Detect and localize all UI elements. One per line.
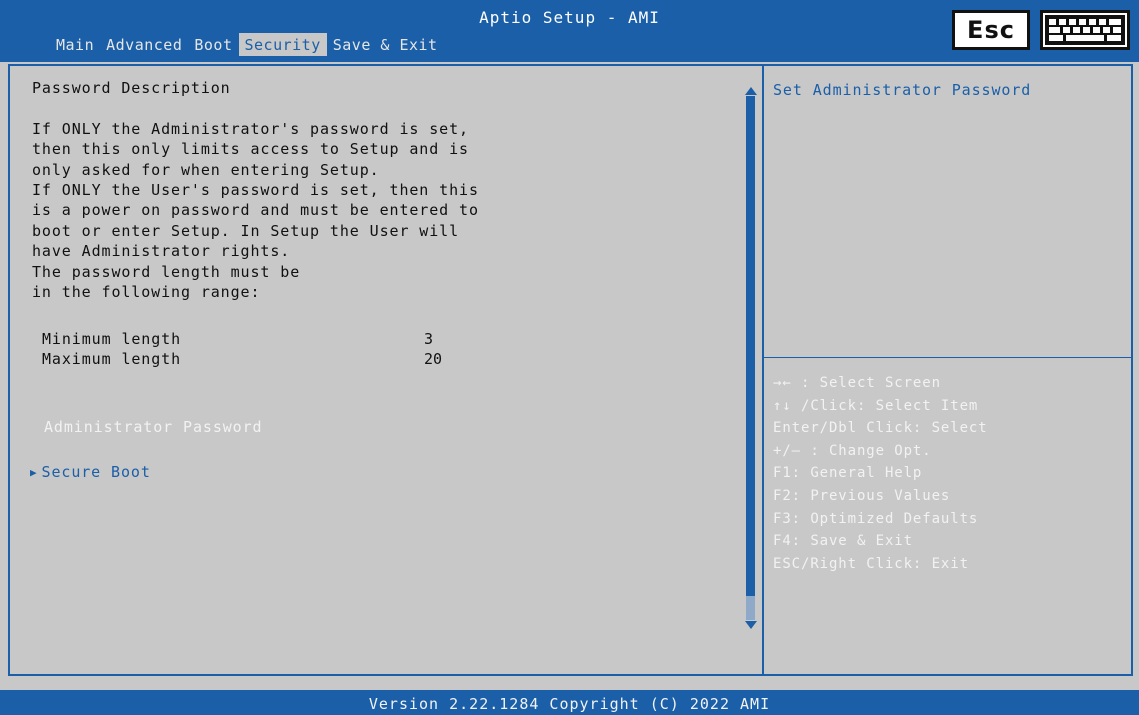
help-key: F4: Save & Exit (773, 533, 913, 550)
help-key: ESC/Right Click: Exit (773, 555, 969, 572)
max-length-value: 20 (424, 350, 443, 368)
description-line: boot or enter Setup. In Setup the User w… (32, 221, 460, 240)
description-line: If ONLY the Administrator's password is … (32, 119, 469, 138)
description-line: then this only limits access to Setup an… (32, 140, 469, 159)
secure-boot-label: Secure Boot (41, 463, 151, 481)
scrollbar-track-end (746, 596, 755, 620)
help-key: →← : Select Screen (773, 375, 941, 391)
keyboard-button[interactable] (1040, 10, 1130, 50)
title-bar: Aptio Setup - AMI Main Advanced Boot Sec… (0, 0, 1139, 62)
scrollbar[interactable] (744, 86, 758, 632)
version-text: Version 2.22.1284 Copyright (C) 2022 AMI (368, 695, 771, 713)
scrollbar-thumb[interactable] (746, 96, 755, 620)
description-line: in the following range: (32, 283, 261, 302)
keyboard-icon (1045, 15, 1125, 45)
scroll-up-icon[interactable] (744, 86, 758, 96)
description-line: The password length must be (32, 262, 301, 281)
tab-bar: Main Advanced Boot Security Save & Exit (50, 33, 444, 56)
help-title: Set Administrator Password (773, 81, 1032, 99)
password-description: Password Description If ONLY the Adminis… (32, 78, 479, 302)
help-key: ↑↓ /Click: Select Item (773, 397, 979, 414)
description-line: If ONLY the User's password is set, then… (32, 181, 479, 200)
help-key: Enter/Dbl Click: Select (773, 420, 988, 437)
help-keys: →← : Select Screen ↑↓ /Click: Select Ite… (773, 372, 988, 575)
panel-divider (762, 64, 764, 676)
description-line: have Administrator rights. (32, 242, 291, 261)
administrator-password-item[interactable]: Administrator Password (44, 418, 262, 436)
secure-boot-item[interactable]: ▶ Secure Boot (30, 463, 151, 481)
description-line: is a power on password and must be enter… (32, 201, 479, 220)
submenu-arrow-icon: ▶ (30, 465, 38, 479)
description-line: only asked for when entering Setup. (32, 160, 380, 179)
help-key: +/– : Change Opt. (773, 442, 932, 459)
tab-save-exit[interactable]: Save & Exit (327, 33, 444, 56)
help-key: F1: General Help (773, 465, 923, 482)
tab-security[interactable]: Security (238, 33, 327, 56)
esc-button[interactable]: Esc (952, 10, 1030, 50)
tab-boot[interactable]: Boot (188, 33, 238, 56)
description-blank-line (32, 98, 479, 118)
min-length-label: Minimum length (42, 330, 182, 348)
tab-advanced[interactable]: Advanced (100, 33, 188, 56)
footer-bar: Version 2.22.1284 Copyright (C) 2022 AMI (0, 690, 1139, 715)
max-length-label: Maximum length (42, 350, 182, 368)
scroll-down-icon[interactable] (744, 620, 758, 630)
help-key: F3: Optimized Defaults (773, 510, 979, 527)
help-divider (764, 357, 1133, 358)
esc-button-label: Esc (967, 16, 1015, 44)
description-heading: Password Description (32, 79, 231, 97)
tab-main[interactable]: Main (50, 33, 100, 56)
help-key: F2: Previous Values (773, 487, 951, 504)
min-length-value: 3 (424, 330, 434, 348)
